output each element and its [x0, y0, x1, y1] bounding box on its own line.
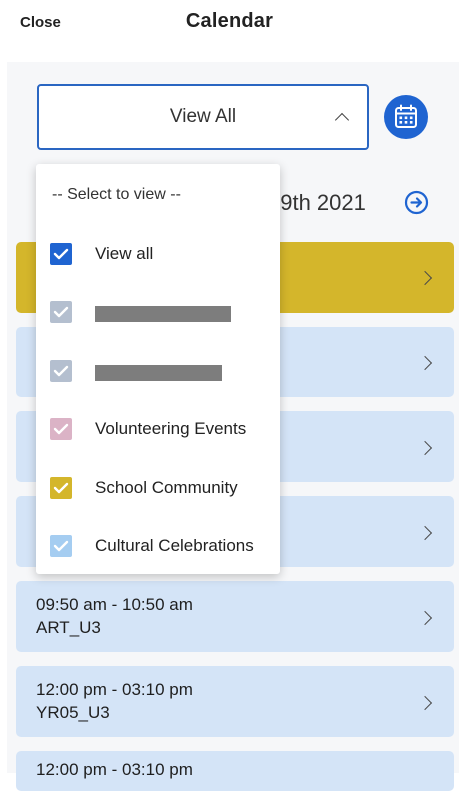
- event-name: YR05_U3: [36, 703, 110, 722]
- next-date-button[interactable]: [404, 190, 429, 215]
- option-view-all[interactable]: View all: [50, 235, 278, 275]
- event-card-8[interactable]: 12:00 pm - 03:10 pm: [16, 751, 454, 791]
- checkbox-checked-icon: [50, 301, 72, 323]
- redacted-label: [95, 365, 222, 381]
- event-card-yr05[interactable]: 12:00 pm - 03:10 pm YR05_U3: [16, 666, 454, 737]
- option-redacted-1[interactable]: [50, 293, 278, 333]
- event-time: 09:50 am - 10:50 am: [36, 595, 193, 614]
- event-time: 12:00 pm - 03:10 pm: [36, 760, 193, 779]
- checkbox-checked-icon: [50, 360, 72, 382]
- checkbox-checked-icon: [50, 535, 72, 557]
- option-school-community[interactable]: School Community: [50, 469, 278, 509]
- checkbox-checked-icon: [50, 477, 72, 499]
- checkbox-checked-icon: [50, 418, 72, 440]
- option-volunteering-events[interactable]: Volunteering Events: [50, 410, 278, 450]
- chevron-right-icon: [417, 355, 433, 371]
- option-label: School Community: [95, 478, 238, 497]
- chevron-right-icon: [417, 440, 433, 456]
- event-name: ART_U3: [36, 618, 101, 637]
- option-redacted-2[interactable]: [50, 352, 278, 392]
- event-time: 12:00 pm - 03:10 pm: [36, 680, 193, 699]
- chevron-up-icon: [334, 112, 350, 128]
- chevron-right-icon: [417, 525, 433, 541]
- view-filter-dropdown: -- Select to view -- View all Volunteeri…: [36, 164, 280, 574]
- event-card-art[interactable]: 09:50 am - 10:50 am ART_U3: [16, 581, 454, 652]
- page-title: Calendar: [185, 10, 274, 32]
- option-label: Volunteering Events: [95, 419, 247, 438]
- option-label: View all: [95, 244, 154, 263]
- arrow-right-circle-icon: [404, 190, 429, 215]
- chevron-right-icon: [417, 270, 433, 286]
- chevron-right-icon: [417, 610, 433, 626]
- select-value: View All: [169, 106, 237, 127]
- view-filter-select[interactable]: View All: [37, 84, 369, 150]
- chevron-right-icon: [417, 695, 433, 711]
- option-cultural-celebrations[interactable]: Cultural Celebrations: [50, 527, 278, 567]
- calendar-picker-button[interactable]: [384, 95, 428, 139]
- option-label: Cultural Celebrations: [95, 536, 254, 555]
- dropdown-header: -- Select to view --: [52, 186, 181, 203]
- calendar-icon: [395, 104, 417, 128]
- current-date: 19th 2021: [268, 190, 366, 215]
- redacted-label: [95, 306, 231, 322]
- checkbox-checked-icon: [50, 243, 72, 265]
- top-bar: Close Calendar: [0, 0, 459, 48]
